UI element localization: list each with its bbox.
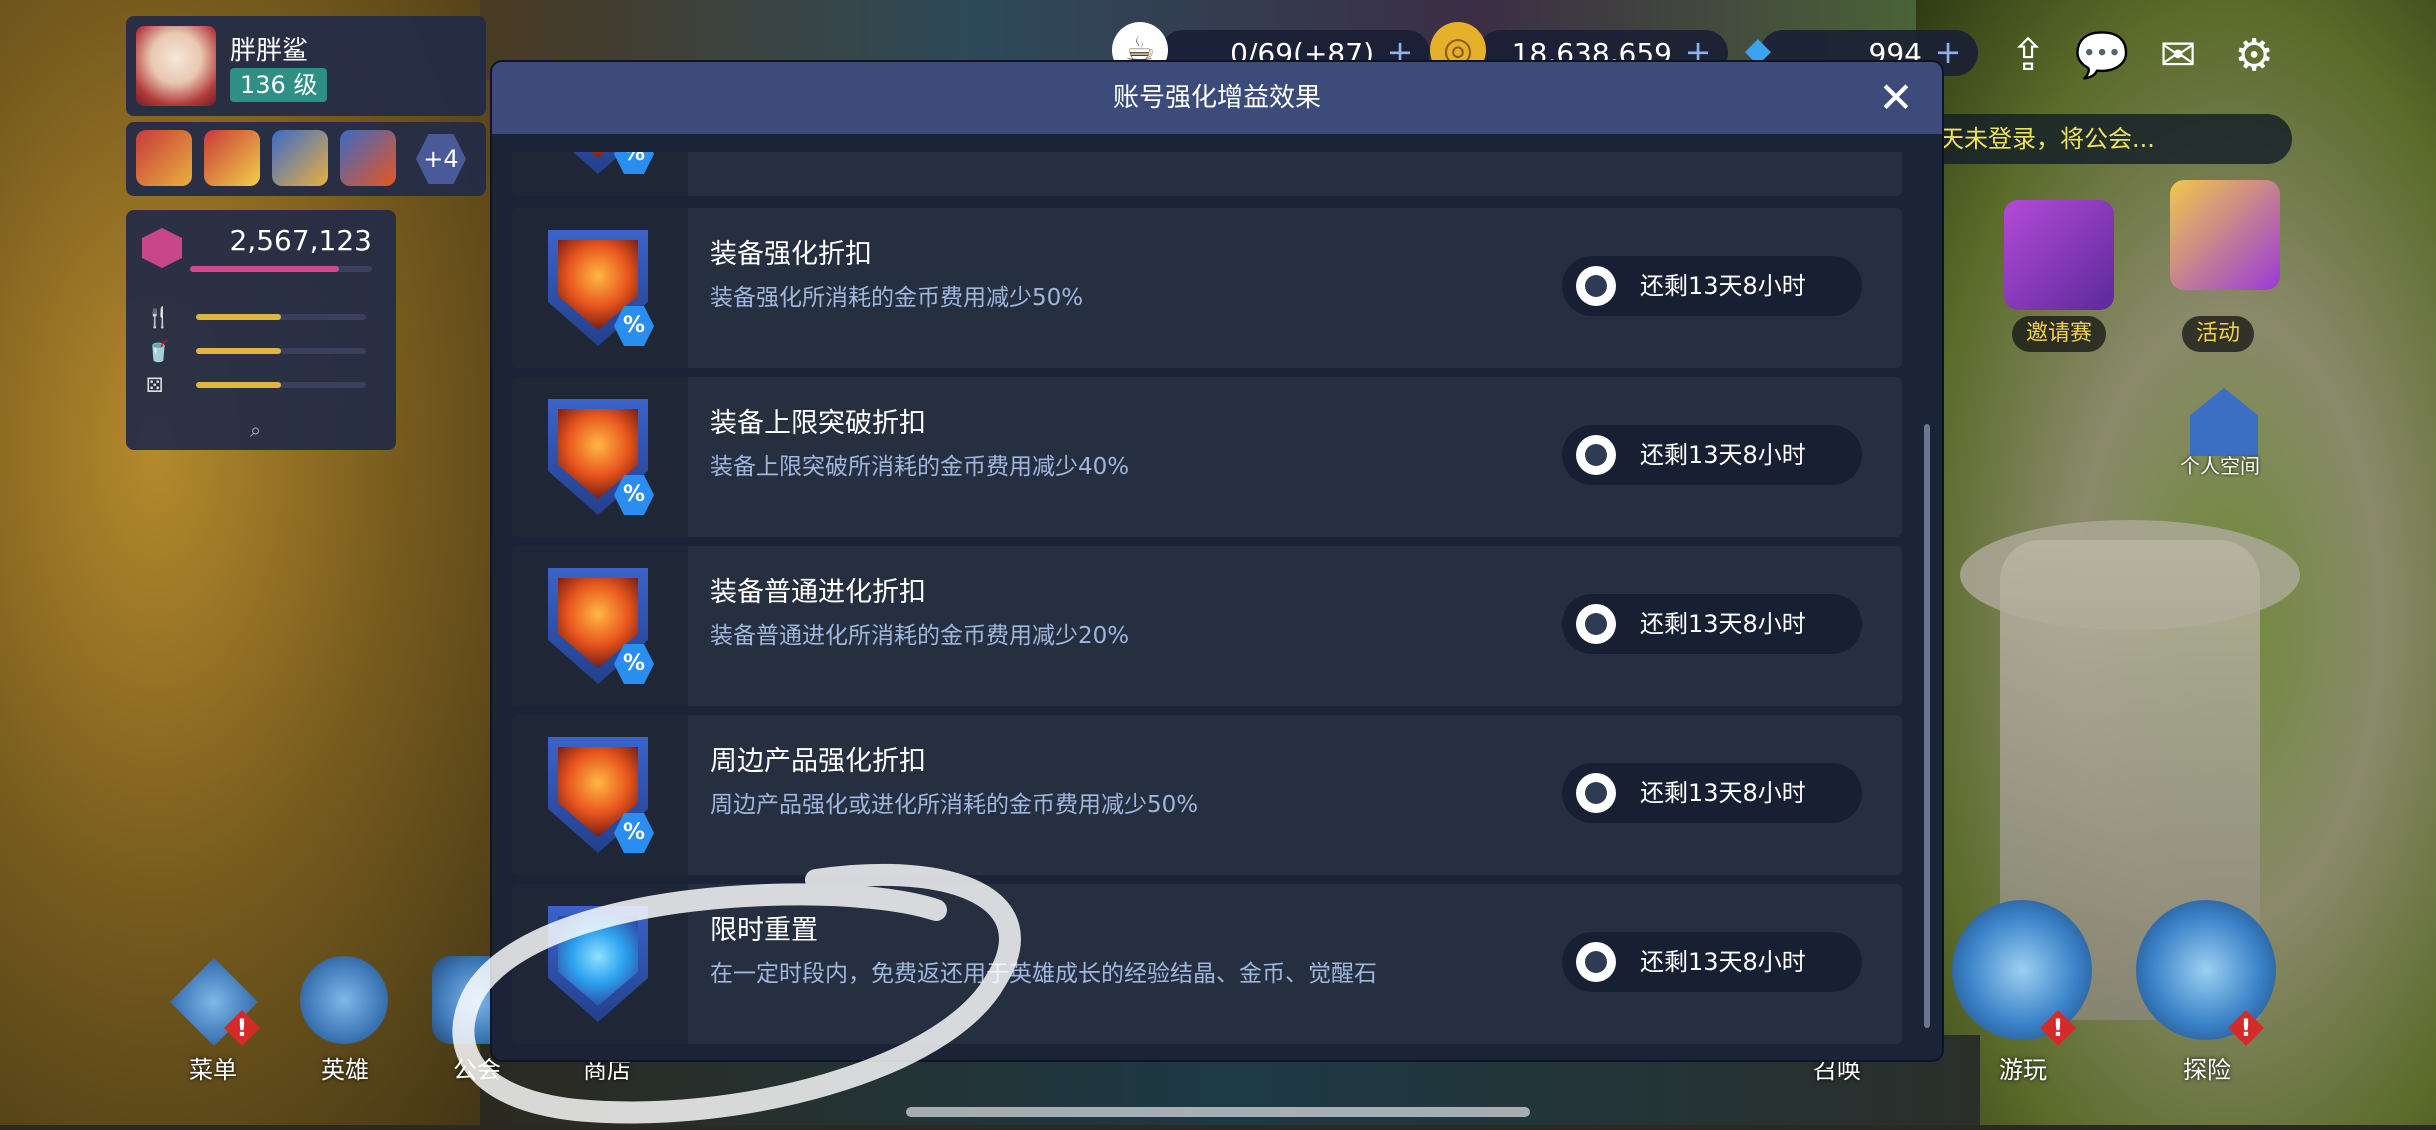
buff-gem-icon[interactable]	[204, 130, 260, 186]
player-level-suffix: 级	[293, 71, 318, 99]
item-icon-column: %	[512, 377, 688, 537]
item-badge: %	[548, 399, 654, 515]
dice-bar	[196, 382, 366, 388]
timer-text: 还剩13天8小时	[1640, 441, 1806, 469]
buff-strip[interactable]: +4	[126, 122, 486, 196]
player-level: 136 级	[230, 68, 328, 102]
item-description: 装备上限突破所消耗的金币费用减少40%	[710, 454, 1130, 480]
clock-icon	[1576, 604, 1616, 644]
item-icon-column: %	[512, 208, 688, 368]
dice-bar-fill	[196, 382, 281, 388]
player-name: 胖胖鲨	[230, 36, 309, 66]
percent-icon: %	[614, 152, 654, 174]
drink-bar-fill	[196, 348, 281, 354]
close-icon[interactable]: ✕	[1870, 72, 1922, 124]
item-icon-column	[512, 884, 688, 1044]
gem-bar	[190, 266, 372, 272]
stats-panel[interactable]: 2,567,123 🍴 🥤 ⚄ ⌕	[126, 210, 396, 450]
cup-icon: 🥤	[146, 339, 171, 363]
buff-equip-discount-icon[interactable]	[272, 130, 328, 186]
timer-text: 还剩13天8小时	[1640, 779, 1806, 807]
share-icon[interactable]: ⇪	[2000, 28, 2056, 84]
item-badge: %	[548, 568, 654, 684]
item-description: 装备普通进化所消耗的金币费用减少20%	[710, 623, 1130, 649]
invite-event-button[interactable]	[2004, 200, 2114, 310]
clock-icon	[1576, 435, 1616, 475]
item-timer: 还剩13天8小时	[1562, 425, 1862, 485]
item-title: 装备上限突破折扣	[710, 408, 926, 439]
clock-icon	[1576, 266, 1616, 306]
guild-notice[interactable]: 天未登录，将公会...	[1918, 114, 2292, 164]
item-title: 装备普通进化折扣	[710, 577, 926, 608]
hero-icon[interactable]	[300, 956, 388, 1044]
activity-label[interactable]: 活动	[2182, 316, 2255, 352]
personal-space-label[interactable]: 个人空间	[2180, 450, 2260, 479]
list-item[interactable]: % 装备普通进化折扣 装备普通进化所消耗的金币费用减少20% 还剩13天8小时	[512, 546, 1902, 706]
list-item[interactable]: % 装备强化折扣 装备强化所消耗的金币费用减少50% 还剩13天8小时	[512, 208, 1902, 368]
player-level-number: 136	[240, 71, 286, 99]
food-bar-fill	[196, 314, 281, 320]
timer-text: 还剩13天8小时	[1640, 610, 1806, 638]
item-icon-column: %	[512, 546, 688, 706]
chat-icon[interactable]: 💬	[2074, 28, 2130, 84]
item-description: 装备强化所消耗的金币费用减少50%	[710, 285, 1084, 311]
account-buff-modal[interactable]: 账号强化增益效果 ✕ % % 装备强化折扣 装备强化所消耗的金币费用减少50%	[492, 62, 1942, 1060]
nav-explore-label[interactable]: 探险	[2152, 1050, 2262, 1085]
item-title: 限时重置	[710, 915, 818, 946]
item-badge	[548, 906, 652, 1022]
item-badge: %	[548, 737, 654, 853]
gem-value: 2,567,123	[229, 224, 372, 257]
clock-icon	[1576, 942, 1616, 982]
food-stat: 🍴	[146, 306, 376, 332]
gear-icon[interactable]: ⚙	[2226, 28, 2282, 84]
timer-text: 还剩13天8小时	[1640, 272, 1806, 300]
clock-icon	[1576, 773, 1616, 813]
item-badge: %	[548, 230, 654, 346]
drink-bar	[196, 348, 366, 354]
play-icon[interactable]	[1952, 900, 2092, 1040]
item-timer: 还剩13天8小时	[1562, 594, 1862, 654]
nav-hero-label[interactable]: 英雄	[290, 1050, 400, 1085]
dice-stat: ⚄	[146, 374, 376, 400]
buff-list[interactable]: % % 装备强化折扣 装备强化所消耗的金币费用减少50% 还剩13天8小时 % …	[512, 152, 1902, 1048]
item-timer: 还剩13天8小时	[1562, 932, 1862, 992]
list-item[interactable]: 限时重置 在一定时段内，免费返还用于英雄成长的经验结晶、金币、觉醒石 还剩13天…	[512, 884, 1902, 1044]
avatar[interactable]	[136, 26, 216, 106]
gem-bar-fill	[190, 266, 340, 272]
item-icon-column: %	[512, 152, 688, 196]
home-indicator[interactable]	[906, 1107, 1530, 1117]
item-badge: %	[548, 152, 654, 174]
reset-cycle-icon	[558, 916, 638, 1006]
item-timer: 还剩13天8小时	[1562, 256, 1862, 316]
buff-gold-icon[interactable]	[136, 130, 192, 186]
nav-menu-label[interactable]: 菜单	[158, 1050, 268, 1085]
drink-stat: 🥤	[146, 340, 376, 366]
list-item[interactable]: % 周边产品强化折扣 周边产品强化或进化所消耗的金币费用减少50% 还剩13天8…	[512, 715, 1902, 875]
item-title: 周边产品强化折扣	[710, 746, 926, 777]
item-icon-column: %	[512, 715, 688, 875]
item-description: 周边产品强化或进化所消耗的金币费用减少50%	[710, 792, 1199, 818]
shield-icon	[548, 906, 648, 1022]
item-title: 装备强化折扣	[710, 239, 872, 270]
dice-icon: ⚄	[146, 373, 164, 397]
player-panel[interactable]: 胖胖鲨 136 级	[126, 16, 486, 116]
scrollbar[interactable]	[1924, 424, 1930, 1028]
nav-play-label[interactable]: 游玩	[1968, 1050, 2078, 1085]
item-timer: 还剩13天8小时	[1562, 763, 1862, 823]
mail-icon[interactable]: ✉	[2150, 28, 2206, 84]
list-item[interactable]: % 装备上限突破折扣 装备上限突破所消耗的金币费用减少40% 还剩13天8小时	[512, 377, 1902, 537]
search-icon[interactable]: ⌕	[250, 418, 272, 442]
food-bar	[196, 314, 366, 320]
list-item-partial: %	[512, 152, 1902, 196]
modal-title: 账号强化增益效果	[1112, 83, 1321, 113]
invite-event-label[interactable]: 邀请赛	[2012, 316, 2107, 352]
activity-button[interactable]	[2170, 180, 2280, 290]
more-buffs-button[interactable]: +4	[416, 134, 466, 184]
buff-fire-discount-icon[interactable]	[340, 130, 396, 186]
item-description: 在一定时段内，免费返还用于英雄成长的经验结晶、金币、觉醒石	[710, 961, 1377, 987]
fork-knife-icon: 🍴	[146, 305, 171, 329]
gem-icon	[142, 228, 182, 268]
timer-text: 还剩13天8小时	[1640, 948, 1806, 976]
